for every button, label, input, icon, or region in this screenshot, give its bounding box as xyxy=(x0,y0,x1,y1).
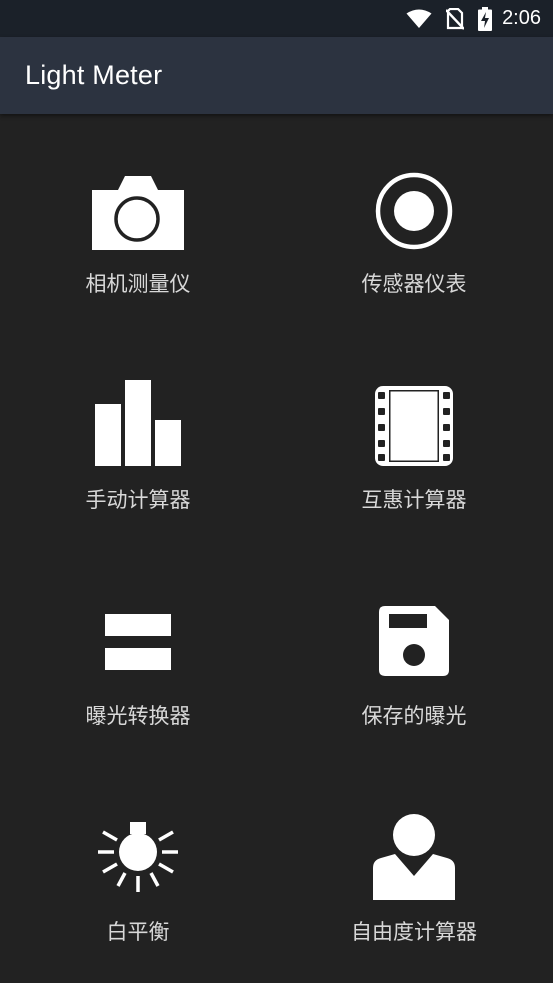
app-bar: Light Meter xyxy=(0,37,553,114)
menu-item-reciprocity-calculator[interactable]: 互惠计算器 xyxy=(276,330,552,546)
film-strip-icon xyxy=(276,386,552,466)
menu-item-label: 互惠计算器 xyxy=(361,488,467,512)
battery-charging-icon xyxy=(478,6,493,31)
menu-item-label: 相机测量仪 xyxy=(85,272,191,296)
wifi-icon xyxy=(406,9,432,29)
menu-item-dof-calculator[interactable]: 自由度计算器 xyxy=(276,762,552,978)
person-icon xyxy=(276,814,552,900)
status-time: 2:06 xyxy=(502,7,541,29)
record-circle-icon xyxy=(276,172,552,250)
bar-chart-icon xyxy=(0,380,276,466)
menu-item-label: 传感器仪表 xyxy=(361,272,467,296)
menu-item-label: 保存的曝光 xyxy=(361,704,467,728)
no-sim-icon xyxy=(446,7,465,30)
menu-item-label: 自由度计算器 xyxy=(351,920,477,944)
menu-item-saved-exposures[interactable]: 保存的曝光 xyxy=(276,546,552,762)
menu-item-label: 曝光转换器 xyxy=(85,704,191,728)
status-bar: 2:06 xyxy=(0,0,553,37)
menu-grid: 相机测量仪 传感器仪表 手动计算器 互惠计算器 曝光转换器 保存的曝光 白平衡 … xyxy=(0,114,553,983)
menu-item-camera-meter[interactable]: 相机测量仪 xyxy=(0,114,276,330)
menu-item-exposure-converter[interactable]: 曝光转换器 xyxy=(0,546,276,762)
menu-item-sensor-meter[interactable]: 传感器仪表 xyxy=(276,114,552,330)
app-title: Light Meter xyxy=(25,60,163,90)
menu-item-white-balance[interactable]: 白平衡 xyxy=(0,762,276,978)
menu-item-manual-calculator[interactable]: 手动计算器 xyxy=(0,330,276,546)
equal-icon xyxy=(0,614,276,670)
menu-item-label: 白平衡 xyxy=(106,920,170,944)
bulb-icon xyxy=(0,820,276,892)
camera-icon xyxy=(0,176,276,250)
menu-item-label: 手动计算器 xyxy=(85,488,191,512)
floppy-disk-icon xyxy=(276,606,552,676)
